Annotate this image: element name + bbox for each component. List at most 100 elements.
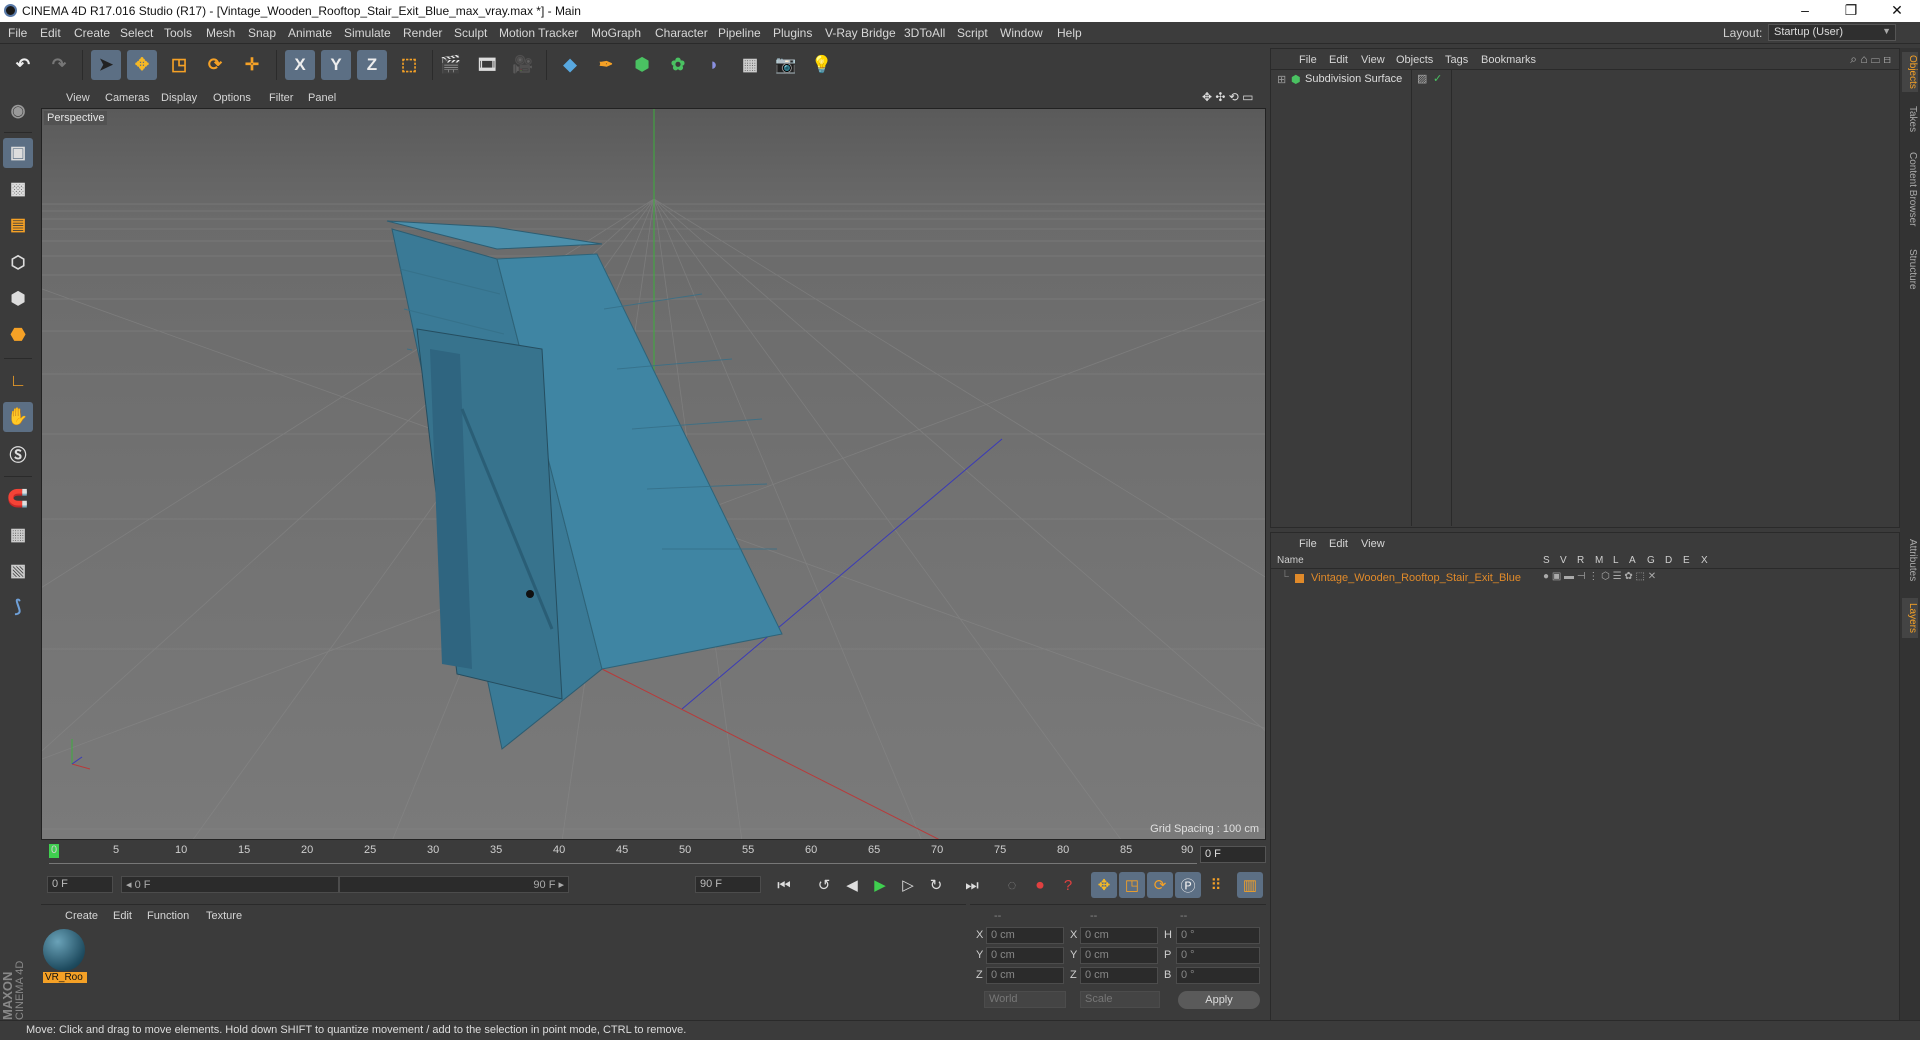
workplane-mode-icon[interactable]: ▤ <box>3 210 33 240</box>
viewport-menu-filter[interactable]: Filter <box>269 92 293 104</box>
viewport-menu-view[interactable]: View <box>66 92 90 104</box>
coordinate-system-icon[interactable]: ⬚ <box>394 50 424 80</box>
tab-takes[interactable]: Takes <box>1902 104 1918 134</box>
timeline-window-icon[interactable]: ▥ <box>1237 872 1263 898</box>
floor-environment-icon[interactable]: ▦ <box>735 50 765 80</box>
expand-icon[interactable]: ⊞ <box>1277 73 1286 86</box>
light-bulb-icon[interactable]: 💡 <box>807 50 837 80</box>
edges-mode-icon[interactable]: ⬢ <box>3 284 33 314</box>
objects-menu-view[interactable]: View <box>1361 54 1385 66</box>
menu-mesh[interactable]: Mesh <box>206 26 235 40</box>
objects-menu-bookmarks[interactable]: Bookmarks <box>1481 54 1536 66</box>
menu-motion-tracker[interactable]: Motion Tracker <box>499 26 578 40</box>
objects-menu-tags[interactable]: Tags <box>1445 54 1468 66</box>
python-icon[interactable]: ⟆ <box>3 592 33 622</box>
menu-animate[interactable]: Animate <box>288 26 332 40</box>
rotation-p-field[interactable]: 0 ° <box>1176 947 1260 964</box>
viewport-navigation-icons[interactable]: ✥ ✣ ⟲ ▭ <box>1202 90 1254 104</box>
menu-script[interactable]: Script <box>957 26 988 40</box>
viewport-menu-options[interactable]: Options <box>213 92 251 104</box>
key-parameter-icon[interactable]: Ⓟ <box>1175 872 1201 898</box>
perspective-viewport[interactable]: Perspective Grid Spacing : 100 cm <box>41 108 1266 840</box>
render-picture-viewer-icon[interactable]: 🎞 <box>472 50 502 80</box>
cube-primitive-icon[interactable]: ◆ <box>555 50 585 80</box>
layers-menu-edit[interactable]: Edit <box>1329 538 1348 550</box>
deformer-icon[interactable]: ◗ <box>699 50 729 80</box>
key-pla-icon[interactable]: ⠿ <box>1203 872 1229 898</box>
polygons-mode-icon[interactable]: ⬣ <box>3 320 33 350</box>
z-axis-lock-button[interactable]: Z <box>357 50 387 80</box>
move-tool-icon[interactable]: ✥ <box>127 50 157 80</box>
tweak-mode-icon[interactable]: ✋ <box>3 402 33 432</box>
size-x-field[interactable]: 0 cm <box>1080 927 1158 944</box>
spline-pen-icon[interactable]: ✒ <box>591 50 621 80</box>
solo-mode-icon[interactable]: Ⓢ <box>3 438 33 468</box>
render-view-icon[interactable]: 🎬 <box>436 50 466 80</box>
position-z-field[interactable]: 0 cm <box>986 967 1064 984</box>
layout-select[interactable]: Startup (User) ▼ <box>1768 24 1896 41</box>
record-keys-disabled-icon[interactable]: ◌ <box>999 872 1025 898</box>
start-frame-field[interactable]: 0 F <box>47 876 113 893</box>
record-active-icon[interactable]: ⏺ <box>1027 872 1053 898</box>
texture-mode-icon[interactable]: ▩ <box>3 174 33 204</box>
mograph-cloner-icon[interactable]: ✿ <box>663 50 693 80</box>
select-arrow-icon[interactable]: ➤ <box>91 50 121 80</box>
goto-end-icon[interactable]: ⏭ <box>959 872 985 898</box>
menu-vray-bridge[interactable]: V-Ray Bridge <box>825 26 896 40</box>
visibility-toggle-icon[interactable]: ▨ <box>1417 72 1427 85</box>
goto-start-icon[interactable]: ⏮ <box>771 872 797 898</box>
key-scale-icon[interactable]: ◳ <box>1119 872 1145 898</box>
tab-structure[interactable]: Structure <box>1902 244 1918 294</box>
enabled-check-icon[interactable]: ✓ <box>1433 72 1442 85</box>
objects-menu-objects[interactable]: Objects <box>1396 54 1433 66</box>
next-frame-icon[interactable]: ▷ <box>895 872 921 898</box>
layer-flags-icons[interactable]: ● ▣ ▬ ⊣ ⋮ ⬡ ☰ ✿ ⬚ ✕ <box>1543 571 1656 582</box>
current-frame-field[interactable]: 0 F <box>1200 846 1266 863</box>
object-row[interactable]: ⊞ ⬢ Subdivision Surface ▨ ✓ <box>1273 72 1899 88</box>
size-z-field[interactable]: 0 cm <box>1080 967 1158 984</box>
autokey-icon[interactable]: ? <box>1055 872 1081 898</box>
menu-edit[interactable]: Edit <box>40 26 61 40</box>
end-frame-field[interactable]: 90 F <box>695 876 761 893</box>
menu-window[interactable]: Window <box>1000 26 1043 40</box>
position-x-field[interactable]: 0 cm <box>986 927 1064 944</box>
object-manager-search-icon[interactable]: ⌕ ⌂ ▭ ⊟ <box>1850 52 1891 67</box>
render-settings-icon[interactable]: 🎥 <box>508 50 538 80</box>
menu-select[interactable]: Select <box>120 26 153 40</box>
model-mode-icon[interactable]: ▣ <box>3 138 33 168</box>
camera-icon[interactable]: 📷 <box>771 50 801 80</box>
menu-plugins[interactable]: Plugins <box>773 26 812 40</box>
tab-layers[interactable]: Layers <box>1902 598 1918 638</box>
rotate-tool-icon[interactable]: ⟳ <box>200 50 230 80</box>
subdivision-surface-icon[interactable]: ⬢ <box>627 50 657 80</box>
key-position-icon[interactable]: ✥ <box>1091 872 1117 898</box>
menu-tools[interactable]: Tools <box>164 26 192 40</box>
key-rotation-icon[interactable]: ⟳ <box>1147 872 1173 898</box>
locked-workplane-icon[interactable]: ▦ <box>3 520 33 550</box>
material-swatch[interactable]: VR_Roo <box>43 929 87 987</box>
layer-color-swatch[interactable] <box>1295 574 1304 583</box>
minimize-button[interactable]: – <box>1782 0 1828 22</box>
viewport-menu-panel[interactable]: Panel <box>308 92 336 104</box>
viewport-menu-cameras[interactable]: Cameras <box>105 92 150 104</box>
previous-key-icon[interactable]: ↺ <box>811 872 837 898</box>
layers-menu-file[interactable]: File <box>1299 538 1317 550</box>
menu-pipeline[interactable]: Pipeline <box>718 26 761 40</box>
coordinate-space-select[interactable]: World <box>984 991 1066 1008</box>
layer-row[interactable]: └ Vintage_Wooden_Rooftop_Stair_Exit_Blue… <box>1273 571 1899 586</box>
menu-simulate[interactable]: Simulate <box>344 26 391 40</box>
menu-create[interactable]: Create <box>74 26 110 40</box>
objects-menu-edit[interactable]: Edit <box>1329 54 1348 66</box>
snapping-magnet-icon[interactable]: 🧲 <box>3 484 33 514</box>
timeline-ruler[interactable]: 0 5 10 15 20 25 30 35 40 45 50 55 60 65 … <box>41 842 1266 866</box>
menu-mograph[interactable]: MoGraph <box>591 26 641 40</box>
close-button[interactable]: ✕ <box>1874 0 1920 22</box>
size-mode-select[interactable]: Scale <box>1080 991 1160 1008</box>
enable-axis-icon[interactable]: ∟ <box>3 366 33 396</box>
material-menu-texture[interactable]: Texture <box>206 910 242 922</box>
play-icon[interactable]: ▶ <box>867 872 893 898</box>
menu-render[interactable]: Render <box>403 26 442 40</box>
scale-tool-icon[interactable]: ◳ <box>164 50 194 80</box>
undo-icon[interactable]: ↶ <box>8 50 38 80</box>
size-y-field[interactable]: 0 cm <box>1080 947 1158 964</box>
